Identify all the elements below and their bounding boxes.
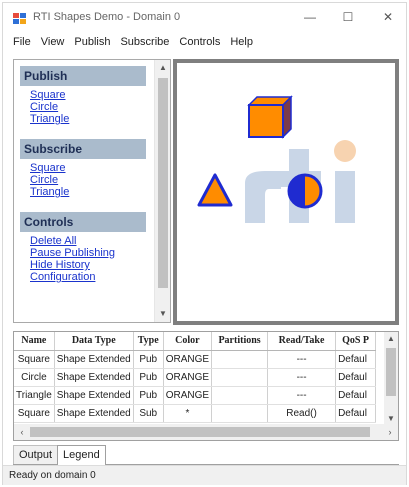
cell-read-take: Read() xyxy=(267,404,337,423)
subscribe-square-link[interactable]: Square xyxy=(30,162,146,174)
subscribe-section: Subscribe Square Circle Triangle xyxy=(20,139,146,198)
cell-color: * xyxy=(163,404,213,423)
pause-publishing-link[interactable]: Pause Publishing xyxy=(30,247,146,259)
scroll-up-arrow-icon[interactable]: ▲ xyxy=(155,60,170,76)
square-shape[interactable] xyxy=(247,95,293,139)
shapes-canvas[interactable] xyxy=(177,63,395,321)
cell-qos: Defaul xyxy=(335,386,377,405)
hide-history-link[interactable]: Hide History xyxy=(30,259,146,271)
publish-circle-link[interactable]: Circle xyxy=(30,101,146,113)
table-vertical-scrollbar[interactable]: ▲ ▼ xyxy=(384,332,398,426)
bottom-tabs: Output Legend xyxy=(13,445,399,466)
subscribe-heading: Subscribe xyxy=(20,139,146,159)
scrollbar-thumb[interactable] xyxy=(386,348,396,396)
endpoints-table: Name Data Type Type Color Partitions Rea… xyxy=(13,331,399,441)
cell-type: Pub xyxy=(133,350,164,369)
title-bar: RTI Shapes Demo - Domain 0 — ☐ ✕ xyxy=(3,3,406,33)
cell-type: Pub xyxy=(133,368,164,387)
controls-heading: Controls xyxy=(20,212,146,232)
delete-all-link[interactable]: Delete All xyxy=(30,235,146,247)
col-partitions[interactable]: Partitions xyxy=(211,332,269,351)
cell-type: Sub xyxy=(133,404,164,423)
circle-shape[interactable] xyxy=(287,173,323,209)
cell-color: ORANGE xyxy=(163,386,213,405)
shapes-canvas-frame xyxy=(173,59,399,325)
status-text: Ready on domain 0 xyxy=(9,470,96,481)
status-bar: Ready on domain 0 xyxy=(3,465,406,485)
publish-section: Publish Square Circle Triangle xyxy=(20,66,146,125)
triangle-shape[interactable] xyxy=(197,173,233,207)
cell-qos: Defaul xyxy=(335,368,377,387)
cell-read-take: --- xyxy=(267,368,337,387)
col-data-type[interactable]: Data Type xyxy=(54,332,134,351)
table-row[interactable]: Circle Shape Extended Pub ORANGE --- Def… xyxy=(14,368,377,387)
col-name[interactable]: Name xyxy=(14,332,55,351)
app-window: RTI Shapes Demo - Domain 0 — ☐ ✕ File Vi… xyxy=(2,2,407,485)
cell-data-type: Shape Extended xyxy=(54,350,134,369)
table-row[interactable]: Square Shape Extended Sub * Read() Defau… xyxy=(14,404,377,423)
cell-data-type: Shape Extended xyxy=(54,368,134,387)
shapes-drawing xyxy=(197,95,356,223)
scroll-up-arrow-icon[interactable]: ▲ xyxy=(384,332,398,346)
cell-read-take: --- xyxy=(267,386,337,405)
menu-file[interactable]: File xyxy=(8,33,36,55)
rti-app-icon xyxy=(13,13,27,24)
menu-subscribe[interactable]: Subscribe xyxy=(115,33,174,55)
publish-triangle-link[interactable]: Triangle xyxy=(30,113,146,125)
cell-read-take: --- xyxy=(267,350,337,369)
maximize-button[interactable]: ☐ xyxy=(339,9,357,25)
cell-name: Triangle xyxy=(14,386,55,405)
col-qos[interactable]: QoS P xyxy=(335,332,377,351)
cell-qos: Defaul xyxy=(335,350,377,369)
cell-name: Square xyxy=(14,404,55,423)
cell-color: ORANGE xyxy=(163,368,213,387)
scrollbar-thumb[interactable] xyxy=(158,78,168,288)
cell-data-type: Shape Extended xyxy=(54,386,134,405)
menu-controls[interactable]: Controls xyxy=(174,33,225,55)
window-title: RTI Shapes Demo - Domain 0 xyxy=(33,11,181,23)
cell-partitions xyxy=(211,404,269,423)
cell-data-type: Shape Extended xyxy=(54,404,134,423)
cell-partitions xyxy=(211,386,269,405)
cell-name: Circle xyxy=(14,368,55,387)
scroll-down-arrow-icon[interactable]: ▼ xyxy=(155,306,170,322)
table-row[interactable]: Triangle Shape Extended Pub ORANGE --- D… xyxy=(14,386,377,405)
controls-section: Controls Delete All Pause Publishing Hid… xyxy=(20,212,146,283)
scroll-right-arrow-icon[interactable]: › xyxy=(382,424,398,440)
menu-help[interactable]: Help xyxy=(225,33,258,55)
action-panel: Publish Square Circle Triangle Subscribe… xyxy=(13,59,171,323)
cell-color: ORANGE xyxy=(163,350,213,369)
table-row[interactable]: Square Shape Extended Pub ORANGE --- Def… xyxy=(14,350,377,369)
scrollbar-thumb[interactable] xyxy=(30,427,370,437)
scroll-left-arrow-icon[interactable]: ‹ xyxy=(14,424,30,440)
action-panel-scrollbar[interactable]: ▲ ▼ xyxy=(154,60,170,322)
minimize-button[interactable]: — xyxy=(301,9,319,25)
table-horizontal-scrollbar[interactable]: ‹ › xyxy=(14,424,398,440)
cell-partitions xyxy=(211,368,269,387)
close-button[interactable]: ✕ xyxy=(379,9,397,25)
col-type[interactable]: Type xyxy=(133,332,164,351)
subscribe-circle-link[interactable]: Circle xyxy=(30,174,146,186)
cell-qos: Defaul xyxy=(335,404,377,423)
cell-partitions xyxy=(211,350,269,369)
tab-output[interactable]: Output xyxy=(13,445,59,464)
publish-square-link[interactable]: Square xyxy=(30,89,146,101)
publish-heading: Publish xyxy=(20,66,146,86)
col-read-take[interactable]: Read/Take xyxy=(267,332,337,351)
menu-publish[interactable]: Publish xyxy=(69,33,115,55)
menu-view[interactable]: View xyxy=(36,33,70,55)
tab-legend[interactable]: Legend xyxy=(57,445,106,466)
configuration-link[interactable]: Configuration xyxy=(30,271,146,283)
subscribe-triangle-link[interactable]: Triangle xyxy=(30,186,146,198)
cell-name: Square xyxy=(14,350,55,369)
menu-bar: File View Publish Subscribe Controls Hel… xyxy=(3,33,406,55)
cell-type: Pub xyxy=(133,386,164,405)
col-color[interactable]: Color xyxy=(163,332,213,351)
